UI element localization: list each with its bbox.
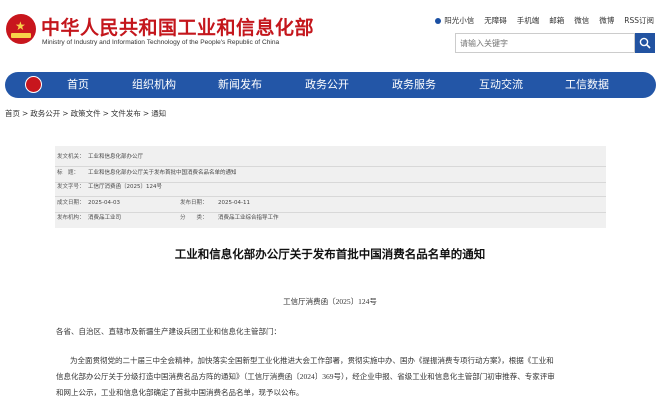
- top-link-wechat[interactable]: 微信: [574, 15, 589, 26]
- meta-row-dept: 发布机构： 消费品工业司 分 类： 消费品工业综合指导工作: [55, 210, 606, 227]
- category-value: 消费品工业综合指导工作: [218, 215, 279, 221]
- breadcrumb-separator: >: [22, 109, 29, 118]
- dept-label: 发布机构：: [57, 215, 85, 221]
- site-subtitle: Ministry of Industry and Information Tec…: [42, 39, 280, 46]
- breadcrumb: 首页 > 政务公开 > 政策文件 > 文件发布 > 通知: [5, 108, 166, 119]
- national-emblem-logo[interactable]: ★: [6, 14, 36, 44]
- emblem-base-shape: [11, 33, 31, 38]
- issuer-label: 发文机关：: [57, 154, 85, 160]
- doc-no-value: 工信厅消费函〔2025〕124号: [88, 184, 162, 190]
- sunshine-icon: [435, 17, 442, 24]
- top-link-sunshine[interactable]: 阳光小信: [435, 15, 474, 26]
- dept-value: 消费品工业司: [88, 215, 122, 221]
- nav-item-gov-affairs[interactable]: 政务公开: [305, 72, 349, 98]
- breadcrumb-separator: >: [62, 109, 69, 118]
- document-meta-box: 发文机关： 工业和信息化部办公厅 标 题： 工业和信息化部办公厅关于发布首批中国…: [55, 146, 606, 228]
- nav-item-gov-services[interactable]: 政务服务: [392, 72, 436, 98]
- breadcrumb-separator: >: [102, 109, 109, 118]
- site-title[interactable]: 中华人民共和国工业和信息化部: [41, 13, 314, 40]
- breadcrumb-policy-docs[interactable]: 政策文件: [71, 109, 101, 118]
- article-doc-number: 工信厅消费函〔2025〕124号: [283, 297, 377, 306]
- article-title: 工业和信息化部办公厅关于发布首批中国消费名品名单的通知: [174, 247, 486, 261]
- article-recipients: 各省、自治区、直辖市及新疆生产建设兵团工业和信息化主管部门：: [56, 327, 281, 336]
- nav-item-data[interactable]: 工信数据: [565, 72, 609, 98]
- nav-item-home[interactable]: 首页: [67, 72, 89, 98]
- article-body-line: 信息化部办公厅关于分级打造中国消费名品方阵的通知》（工信厅消费函〔2024〕36…: [56, 372, 555, 381]
- top-link-mail[interactable]: 邮箱: [549, 15, 564, 26]
- top-link-mobile[interactable]: 手机端: [517, 15, 540, 26]
- article-body-line: 和网上公示，工业和信息化部确定了首批中国消费名品名单，现予以公布。: [56, 388, 304, 397]
- breadcrumb-gov-affairs[interactable]: 政务公开: [30, 109, 60, 118]
- article-body-line: 为全面贯彻党的二十届三中全会精神，加快落实全国新型工业化推进大会工作部署，贯彻实…: [70, 356, 554, 365]
- nav-item-organization[interactable]: 组织机构: [132, 72, 176, 98]
- top-link-rss[interactable]: RSS订阅: [624, 15, 654, 26]
- nav-logo-icon[interactable]: [25, 76, 42, 93]
- issuer-value: 工业和信息化部办公厅: [88, 154, 144, 160]
- star-icon: ★: [15, 19, 26, 33]
- nav-item-news[interactable]: 新闻发布: [218, 72, 262, 98]
- breadcrumb-home[interactable]: 首页: [5, 109, 20, 118]
- search-input[interactable]: [455, 33, 635, 53]
- breadcrumb-doc-release[interactable]: 文件发布: [111, 109, 141, 118]
- nav-item-interaction[interactable]: 互动交流: [479, 72, 523, 98]
- search-button[interactable]: [635, 33, 655, 53]
- top-link-accessibility[interactable]: 无障碍: [484, 15, 507, 26]
- top-link-label: 阳光小信: [444, 16, 475, 25]
- top-link-weibo[interactable]: 微博: [599, 15, 614, 26]
- breadcrumb-notice[interactable]: 通知: [151, 109, 166, 118]
- doc-no-label: 发文字号：: [57, 184, 85, 190]
- category-label: 分 类：: [180, 215, 208, 221]
- top-links-bar: 阳光小信 无障碍 手机端 邮箱 微信 微博 RSS订阅: [435, 15, 654, 26]
- breadcrumb-separator: >: [142, 109, 150, 118]
- search-icon: [639, 37, 651, 49]
